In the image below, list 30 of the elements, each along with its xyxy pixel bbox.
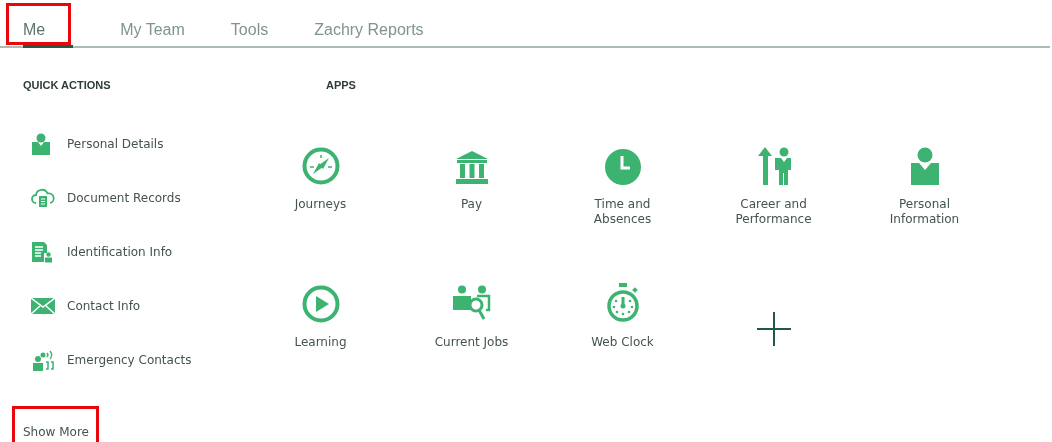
envelope-icon — [31, 298, 55, 314]
clock-icon — [604, 149, 641, 185]
app-tile[interactable]: Pay — [396, 143, 547, 243]
app-tile[interactable]: Web Clock — [547, 281, 698, 381]
person-icon — [31, 133, 51, 155]
play-icon — [301, 285, 340, 323]
cloud-document-icon — [31, 188, 55, 208]
app-tile[interactable]: Personal Information — [849, 143, 1000, 243]
app-tile[interactable]: Learning — [245, 281, 396, 381]
tab[interactable]: Me — [23, 0, 74, 48]
person-icon — [909, 147, 940, 185]
quick-action-link[interactable]: Personal Details — [67, 137, 164, 151]
stopwatch-icon — [605, 283, 640, 323]
contacts-icon — [31, 349, 55, 371]
section-heading: QUICK ACTIONS — [23, 79, 112, 91]
show-more-link[interactable]: Show More — [23, 420, 89, 442]
career-icon — [756, 147, 791, 185]
app-tile[interactable]: Time and Absences — [547, 143, 698, 243]
bank-icon — [453, 151, 490, 185]
quick-action-link[interactable]: Emergency Contacts — [67, 353, 192, 367]
add-icon[interactable] — [756, 312, 791, 346]
app-tile[interactable]: Career and Performance — [698, 143, 849, 243]
compass-icon — [301, 147, 340, 185]
app-tile[interactable]: Current Jobs — [396, 281, 547, 381]
quick-action-link[interactable]: Identification Info — [67, 245, 173, 259]
app-tile[interactable]: Journeys — [245, 143, 396, 243]
section-heading: APPS — [325, 79, 357, 91]
id-document-icon — [31, 241, 53, 263]
quick-action-link[interactable]: Document Records — [67, 191, 181, 205]
quick-action-link[interactable]: Contact Info — [67, 299, 141, 313]
